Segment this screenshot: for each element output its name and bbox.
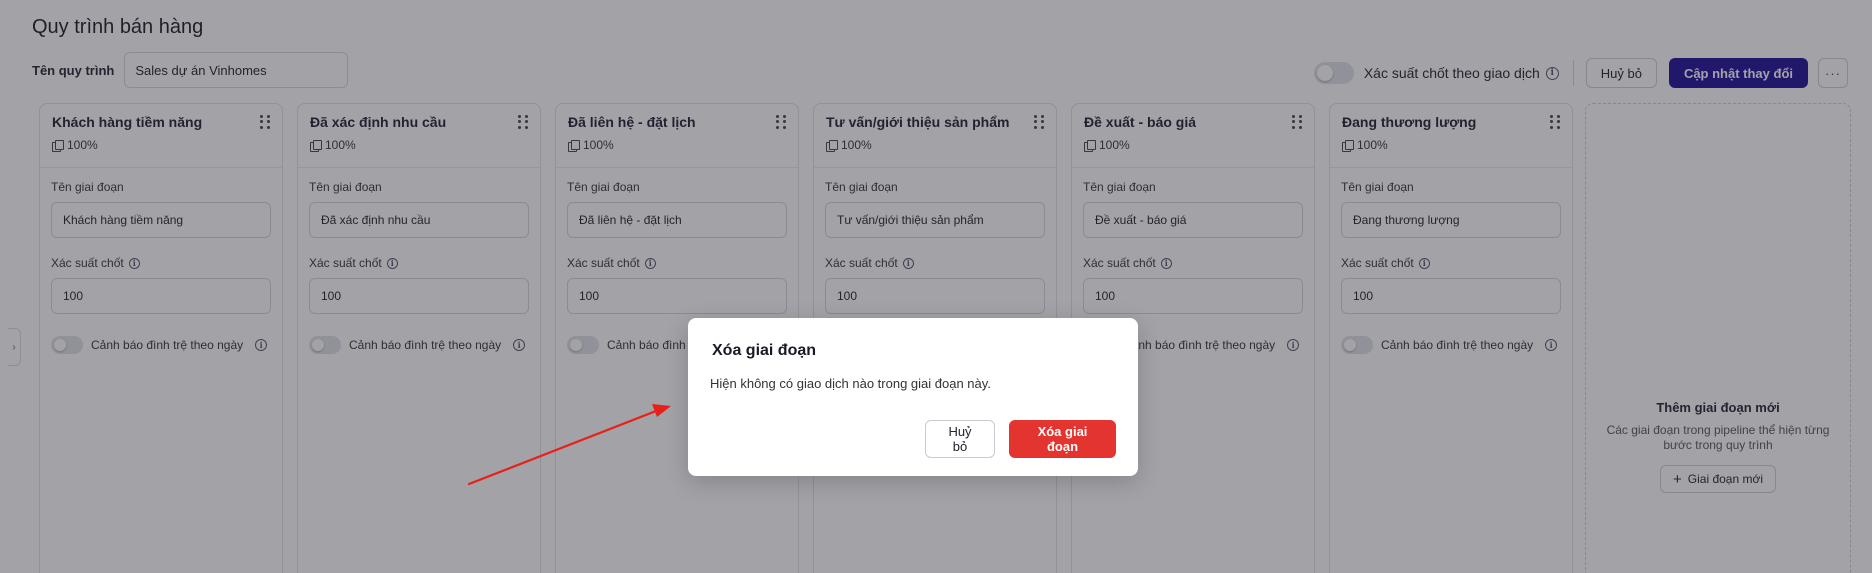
delete-stage-dialog: Xóa giai đoạn Hiện không có giao dịch nà… bbox=[688, 318, 1138, 476]
dialog-message: Hiện không có giao dịch nào trong giai đ… bbox=[710, 376, 991, 391]
dialog-actions: Huỷ bỏ Xóa giai đoạn bbox=[925, 420, 1116, 458]
dialog-cancel-button[interactable]: Huỷ bỏ bbox=[925, 420, 995, 458]
delete-stage-confirm-button[interactable]: Xóa giai đoạn bbox=[1009, 420, 1116, 458]
dialog-title: Xóa giai đoạn bbox=[712, 342, 817, 359]
modal-backdrop[interactable] bbox=[0, 0, 1872, 573]
